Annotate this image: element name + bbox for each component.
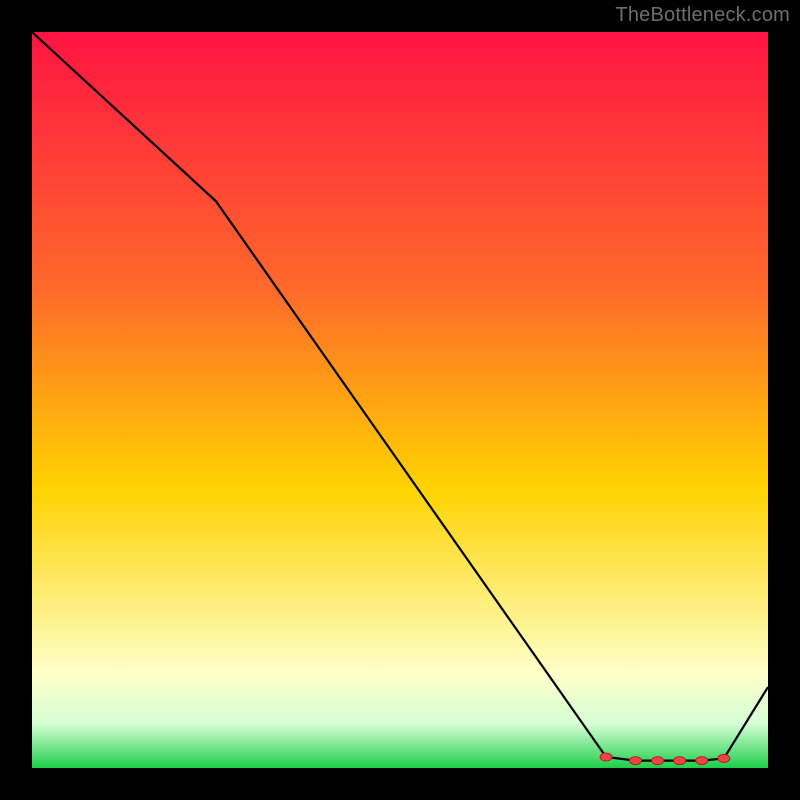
marker-dot: [696, 757, 708, 765]
plot-area: [32, 32, 768, 768]
chart-svg: [32, 32, 768, 768]
marker-dot: [630, 757, 642, 765]
watermark-text: TheBottleneck.com: [615, 4, 790, 27]
chart-background-gradient: [32, 32, 768, 768]
marker-dot: [652, 757, 664, 765]
chart-frame: TheBottleneck.com: [0, 0, 800, 800]
marker-dot: [674, 757, 686, 765]
marker-dot: [718, 754, 730, 762]
marker-dot: [600, 753, 612, 761]
